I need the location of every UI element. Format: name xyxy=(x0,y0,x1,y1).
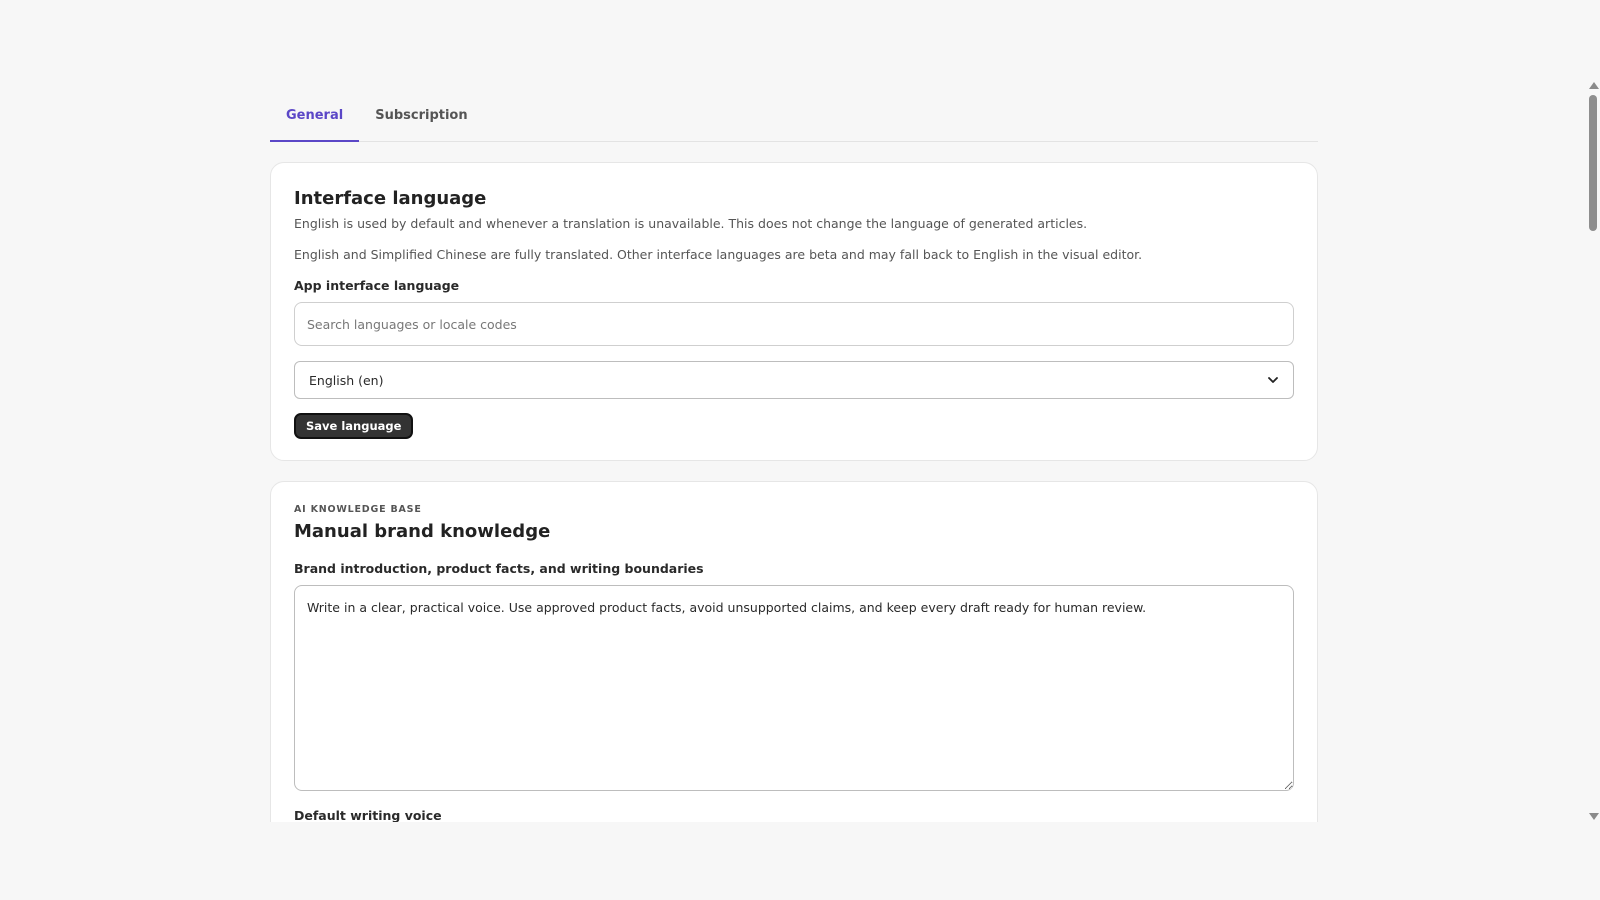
brand-introduction-label: Brand introduction, product facts, and w… xyxy=(294,561,704,576)
app-interface-language-label: App interface language xyxy=(294,278,460,293)
tab-general[interactable]: General xyxy=(270,92,360,142)
settings-viewport: General Subscription Interface language … xyxy=(0,0,1600,822)
interface-language-description-default: English is used by default and whenever … xyxy=(294,216,1088,231)
interface-language-description-beta: English and Simplified Chinese are fully… xyxy=(294,247,1143,262)
vertical-scrollbar[interactable] xyxy=(1586,80,1600,822)
settings-tabs: General Subscription xyxy=(270,92,1318,142)
tab-subscription[interactable]: Subscription xyxy=(359,92,483,142)
triangle-up-icon[interactable] xyxy=(1589,82,1599,89)
ai-knowledge-base-eyebrow: AI KNOWLEDGE BASE xyxy=(294,504,422,515)
brand-introduction-textarea[interactable]: Write in a clear, practical voice. Use a… xyxy=(294,585,1294,791)
chevron-down-icon xyxy=(1267,374,1279,386)
language-search-input[interactable] xyxy=(294,302,1294,346)
brand-knowledge-card: AI KNOWLEDGE BASE Manual brand knowledge… xyxy=(270,481,1318,822)
interface-language-card: Interface language English is used by de… xyxy=(270,162,1318,461)
save-language-button[interactable]: Save language xyxy=(294,413,414,439)
interface-language-title: Interface language xyxy=(294,188,487,209)
scrollbar-thumb[interactable] xyxy=(1589,95,1597,231)
brand-knowledge-title: Manual brand knowledge xyxy=(294,521,551,542)
language-select[interactable]: English (en) xyxy=(294,361,1294,399)
triangle-down-icon[interactable] xyxy=(1589,813,1599,820)
settings-content: General Subscription Interface language … xyxy=(270,92,1318,822)
language-select-value: English (en) xyxy=(309,372,384,388)
default-writing-voice-label: Default writing voice xyxy=(294,808,442,822)
